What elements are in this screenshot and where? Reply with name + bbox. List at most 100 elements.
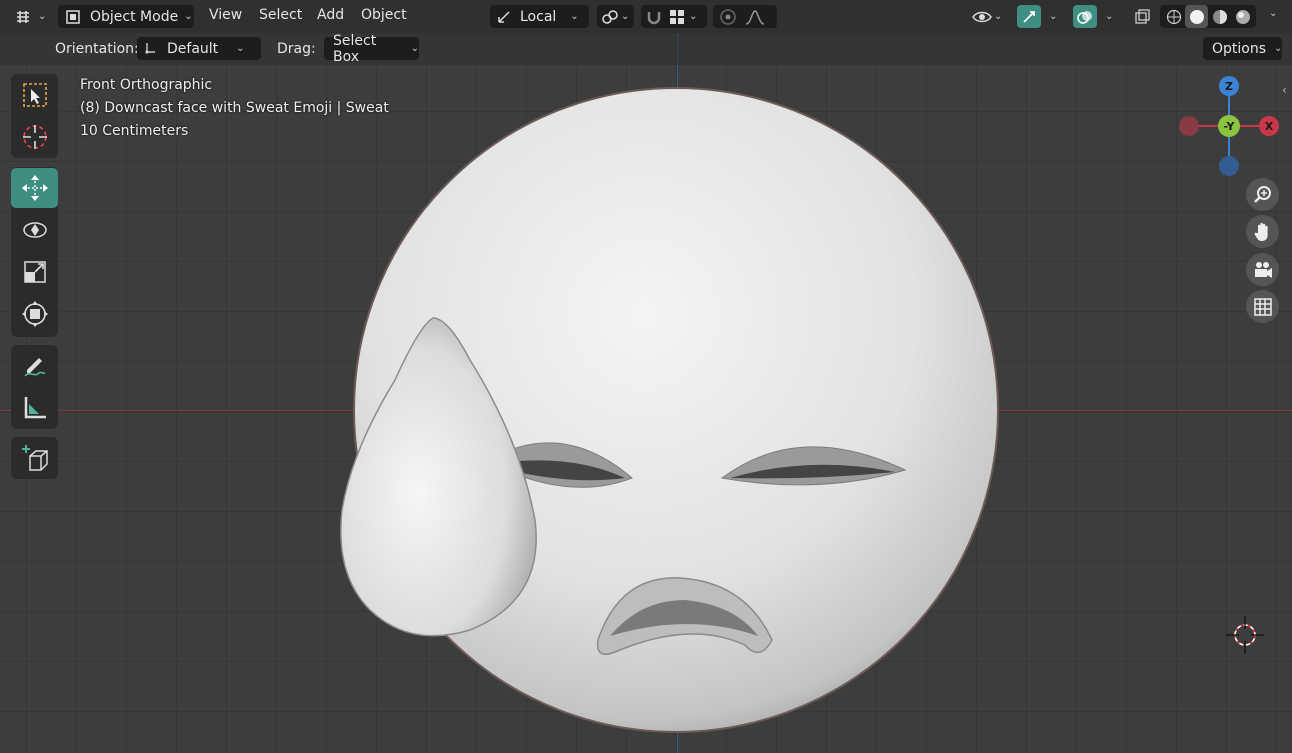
hand-icon [1252,221,1274,243]
orientation-label: Orientation: [55,41,139,57]
rendered-shading-icon[interactable] [1231,5,1254,28]
xray-icon [1134,8,1150,25]
overlays-icon [1073,5,1097,28]
tool-settings-bar: Orientation: Default ⌄ Drag: Select Box … [0,33,1292,65]
sidebar-toggle-chevron-icon[interactable]: ‹ [1282,83,1287,97]
scale-icon [22,259,48,285]
move-icon [21,174,49,202]
chevron-down-icon: ⌄ [236,43,245,54]
options-label: Options [1212,40,1267,57]
chevron-down-icon: ⌄ [1274,43,1283,54]
3d-cursor-icon[interactable] [1225,615,1265,655]
gizmo-y-label: -Y [1223,119,1235,133]
editor-type-button[interactable]: ⌄ [14,5,50,28]
cursor-icon [21,123,49,151]
gizmo-z-axis[interactable]: Z [1219,76,1239,96]
drag-label: Drag: [277,41,316,57]
scale-tool[interactable] [11,252,58,292]
chevron-down-icon: ⌄ [38,11,47,22]
chevron-down-icon: ⌄ [994,11,1003,22]
mode-label: Object Mode [90,8,179,25]
options-dropdown[interactable]: Options ⌄ [1203,37,1282,60]
gizmo-neg-x-axis[interactable] [1179,116,1199,136]
select-box-tool[interactable] [11,75,58,115]
shading-chevron-down-icon[interactable]: ⌄ [1269,8,1277,19]
proportional-edit-button[interactable] [713,5,777,28]
navigation-gizmo[interactable]: Z X -Y [1175,72,1285,182]
chevron-down-icon: ⌄ [1049,11,1058,22]
material-shading-icon[interactable] [1208,5,1231,28]
editor-type-icon [14,8,32,26]
snap-grid-icon [669,9,685,25]
gizmo-toggle-button[interactable]: ⌄ [1017,5,1065,28]
orientation-dropdown[interactable]: Default ⌄ [137,37,261,60]
chevron-down-icon: ⌄ [570,11,579,22]
transform-pivot-dropdown[interactable]: Local ⌄ [490,5,589,28]
pivot-icon [496,9,512,25]
measure-tool[interactable] [11,388,58,428]
menu-add[interactable]: Add [317,7,344,23]
grid-icon [1253,297,1273,317]
toolbar-group-annotate [11,345,58,429]
chevron-down-icon: ⌄ [689,11,698,22]
cursor-tool[interactable] [11,117,58,157]
shading-modes [1160,5,1256,28]
object-mode-icon [64,8,82,26]
add-cube-icon [20,443,50,473]
object-info: (8) Downcast face with Sweat Emoji | Swe… [80,100,389,116]
visibility-button[interactable]: ⌄ [972,5,1010,28]
chevron-down-icon: ⌄ [184,11,193,22]
snap-link-button[interactable]: ⌄ [597,5,634,28]
menu-object[interactable]: Object [361,7,407,23]
add-cube-tool[interactable] [11,438,58,478]
view-name: Front Orthographic [80,77,213,93]
wireframe-shading-icon[interactable] [1162,5,1185,28]
transform-icon [21,300,49,328]
gizmo-x-label: X [1264,119,1274,133]
select-box-icon [22,82,48,108]
chevron-down-icon: ⌄ [621,11,630,22]
falloff-curve-icon [745,9,765,25]
mode-dropdown[interactable]: Object Mode ⌄ [58,5,194,28]
camera-icon [1252,259,1274,281]
measure-ruler-icon [21,394,49,422]
gizmo-x-axis[interactable]: X [1259,116,1279,136]
solid-shading-icon[interactable] [1185,5,1208,28]
zoom-magnifier-icon [1252,184,1274,206]
ortho-toggle-button[interactable] [1246,290,1279,323]
grid-scale: 10 Centimeters [80,123,189,139]
chevron-down-icon: ⌄ [410,43,419,54]
eye-icon [972,9,992,25]
orientation-gizmo-icon [141,41,157,57]
annotate-tool[interactable] [11,346,58,386]
gizmo-neg-y-axis[interactable]: -Y [1218,115,1240,137]
toolbar-group-transform [11,167,58,337]
drag-dropdown[interactable]: Select Box ⌄ [324,33,419,65]
gizmo-z-label: Z [1225,79,1233,93]
pivot-label: Local [520,8,557,25]
move-tool[interactable] [11,168,58,208]
menu-select[interactable]: Select [259,7,302,23]
viewport-header: ⌄ Object Mode ⌄ View Select Add Object L… [0,0,1292,33]
menu-view[interactable]: View [209,7,242,23]
annotate-pencil-icon [21,352,49,380]
zoom-button[interactable] [1246,178,1279,211]
pan-button[interactable] [1246,215,1279,248]
chevron-down-icon: ⌄ [1105,11,1114,22]
drag-value: Select Box [333,32,377,65]
rotate-icon [21,216,49,244]
rotate-tool[interactable] [11,210,58,250]
gizmo-icon [1017,5,1041,28]
snapping-button[interactable]: ⌄ [641,5,707,28]
overlays-button[interactable]: ⌄ [1073,5,1121,28]
toolbar-group-add [11,437,58,479]
transform-tool[interactable] [11,294,58,334]
proportional-icon [719,8,737,26]
camera-view-button[interactable] [1246,253,1279,286]
magnet-icon [645,8,663,26]
orientation-value: Default [167,40,219,57]
gizmo-neg-z-axis[interactable] [1219,156,1239,176]
xray-button[interactable] [1129,5,1155,28]
link-icon [601,8,619,26]
toolbar-group-select [11,74,58,158]
